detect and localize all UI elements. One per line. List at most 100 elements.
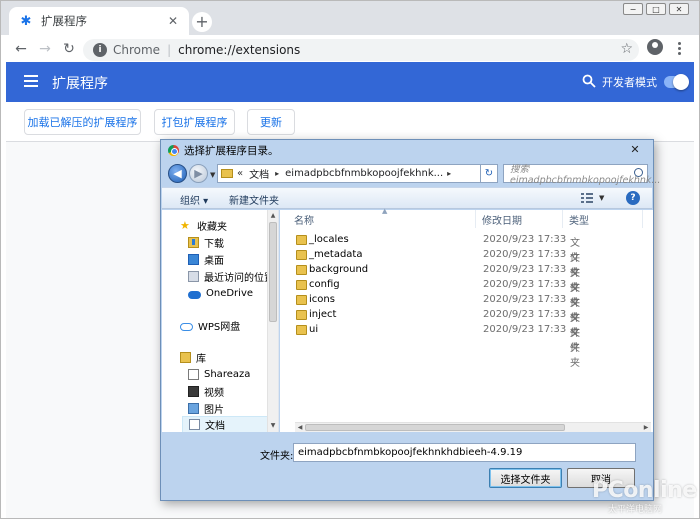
column-name[interactable]: 名称 — [288, 210, 476, 228]
minimize-button[interactable]: − — [623, 3, 643, 15]
dialog-close-icon[interactable]: ✕ — [624, 142, 646, 156]
nav-shareaza[interactable]: Shareaza — [188, 366, 278, 383]
file-row[interactable]: ui 2020/9/23 17:33 文件夹 — [280, 323, 580, 369]
refresh-icon[interactable]: ↻ — [480, 164, 498, 183]
reload-icon[interactable]: ↻ — [59, 39, 79, 59]
file-name: ui — [309, 324, 319, 335]
file-row[interactable]: inject 2020/9/23 17:33 文件夹 — [280, 308, 580, 354]
desktop-icon — [188, 254, 199, 265]
nav-favorites[interactable]: ★ 收藏夹 — [180, 217, 278, 234]
magnifier-icon[interactable] — [634, 168, 643, 177]
breadcrumb-current[interactable]: eimadpbcbfnmbkopoojfekhnk... — [285, 168, 443, 179]
maximize-button[interactable]: □ — [646, 3, 666, 15]
tab-close-icon[interactable]: ✕ — [165, 13, 181, 29]
organize-menu[interactable]: 组织 ▾ — [180, 192, 208, 207]
tab-extensions[interactable]: ✱ 扩展程序 ✕ — [9, 7, 189, 35]
nav-library[interactable]: 库 — [180, 349, 278, 366]
omnibox[interactable]: i Chrome | chrome://extensions ☆ — [83, 39, 639, 61]
folder-icon — [296, 235, 307, 245]
view-dropdown-icon[interactable]: ▼ — [599, 194, 604, 202]
back-arrow-icon[interactable]: ← — [11, 39, 31, 59]
bookmark-star-icon[interactable]: ☆ — [620, 41, 633, 57]
new-tab-button[interactable]: + — [192, 12, 212, 32]
nav-pictures[interactable]: 图片 — [188, 400, 278, 417]
developer-toolbar: 加载已解压的扩展程序 打包扩展程序 更新 — [6, 102, 694, 142]
folder-name-input[interactable]: eimadpbcbfnmbkopoojfekhnkhdbieeh-4.9.19 — [293, 443, 636, 462]
site-info-icon[interactable]: i — [93, 43, 107, 57]
breadcrumb-separator-icon[interactable]: ▸ — [447, 169, 451, 178]
breadcrumb-documents[interactable]: 文档 — [249, 166, 269, 181]
tab-strip: ✱ 扩展程序 ✕ + − □ ✕ — [1, 1, 699, 35]
update-button[interactable]: 更新 — [247, 109, 295, 135]
nav-wps[interactable]: WPS网盘 — [180, 317, 278, 334]
file-row[interactable]: _metadata 2020/9/23 17:33 文件夹 — [280, 248, 580, 294]
file-date: 2020/9/23 17:33 — [483, 279, 567, 290]
recent-locations-dropdown-icon[interactable]: ▼ — [210, 171, 215, 179]
developer-mode-toggle[interactable] — [664, 74, 689, 90]
scroll-right-icon[interactable]: ▶ — [641, 423, 651, 432]
nav-library-label: 库 — [196, 354, 206, 365]
scroll-thumb[interactable] — [269, 222, 277, 322]
forward-icon[interactable]: ▶ — [189, 164, 208, 183]
file-row[interactable]: icons 2020/9/23 17:33 文件夹 — [280, 293, 580, 339]
onedrive-cloud-icon — [188, 290, 201, 299]
hscroll-thumb[interactable] — [305, 424, 565, 431]
file-date: 2020/9/23 17:33 — [483, 309, 567, 320]
nav-documents-label: 文档 — [205, 421, 225, 432]
nav-desktop[interactable]: 桌面 — [188, 251, 278, 268]
column-modified[interactable]: 修改日期 — [476, 210, 563, 228]
chrome-menu-icon[interactable] — [671, 38, 687, 58]
nav-video[interactable]: 视频 — [188, 383, 278, 400]
dialog-titlebar: 选择扩展程序目录。 — [168, 143, 279, 158]
nav-onedrive[interactable]: OneDrive — [188, 285, 278, 302]
forward-arrow-icon[interactable]: → — [35, 39, 55, 59]
load-unpacked-button[interactable]: 加载已解压的扩展程序 — [24, 109, 141, 135]
omnibox-url[interactable]: chrome://extensions — [178, 43, 300, 57]
file-list-hscrollbar[interactable]: ◀ ▶ — [295, 422, 651, 432]
close-window-button[interactable]: ✕ — [669, 3, 689, 15]
help-icon[interactable]: ? — [626, 191, 640, 205]
folder-icon — [296, 280, 307, 290]
new-folder-button[interactable]: 新建文件夹 — [229, 192, 279, 207]
folder-icon — [296, 310, 307, 320]
account-avatar-icon[interactable] — [647, 39, 663, 55]
dialog-title: 选择扩展程序目录。 — [184, 145, 279, 157]
file-date: 2020/9/23 17:33 — [483, 234, 567, 245]
back-icon[interactable]: ◀ — [168, 164, 187, 183]
tab-title: 扩展程序 — [41, 14, 87, 28]
search-icon[interactable] — [582, 74, 596, 88]
breadcrumb-separator-icon[interactable]: ▸ — [275, 169, 279, 178]
file-name: _locales — [309, 234, 349, 245]
wps-cloud-icon — [180, 322, 193, 331]
address-bar[interactable]: « 文档 ▸ eimadpbcbfnmbkopoojfekhnk... ▸ ▼ — [217, 164, 498, 183]
nav-scrollbar[interactable]: ▲ ▼ — [267, 210, 278, 432]
select-folder-button[interactable]: 选择文件夹 — [489, 468, 562, 488]
scroll-down-icon[interactable]: ▼ — [268, 421, 278, 431]
nav-downloads[interactable]: 下载 — [188, 234, 278, 251]
pack-extension-button[interactable]: 打包扩展程序 — [154, 109, 235, 135]
folder-icon — [296, 295, 307, 305]
folder-icon — [296, 250, 307, 260]
downloads-icon — [188, 237, 199, 248]
file-row[interactable]: background 2020/9/23 17:33 文件夹 — [280, 263, 580, 309]
documents-icon — [189, 419, 200, 430]
file-list: ▲ 名称 修改日期 类型 _locales 2020/9/23 17:33 文件… — [280, 207, 653, 432]
column-type[interactable]: 类型 — [563, 210, 643, 228]
dialog-search-input[interactable]: 搜索 eimadpbcbfnmbkopoojfekhnk... — [503, 164, 660, 186]
file-row[interactable]: config 2020/9/23 17:33 文件夹 — [280, 278, 580, 324]
nav-wps-label: WPS网盘 — [198, 322, 241, 333]
view-options-icon[interactable] — [580, 192, 594, 204]
command-bar: 组织 ▾ 新建文件夹 ▼ ? — [162, 187, 652, 209]
file-name: icons — [309, 294, 335, 305]
folder-icon — [296, 265, 307, 275]
nav-favorites-label: 收藏夹 — [197, 222, 227, 233]
nav-downloads-label: 下载 — [204, 239, 224, 250]
file-name: _metadata — [309, 249, 363, 260]
address-overflow[interactable]: « — [237, 168, 243, 179]
scroll-left-icon[interactable]: ◀ — [295, 423, 305, 432]
nav-documents[interactable]: 文档 — [182, 416, 268, 432]
nav-recent[interactable]: 最近访问的位置 — [188, 268, 278, 285]
file-row[interactable]: _locales 2020/9/23 17:33 文件夹 — [280, 233, 580, 279]
hamburger-menu-icon[interactable] — [24, 75, 38, 87]
scroll-up-icon[interactable]: ▲ — [268, 211, 278, 221]
